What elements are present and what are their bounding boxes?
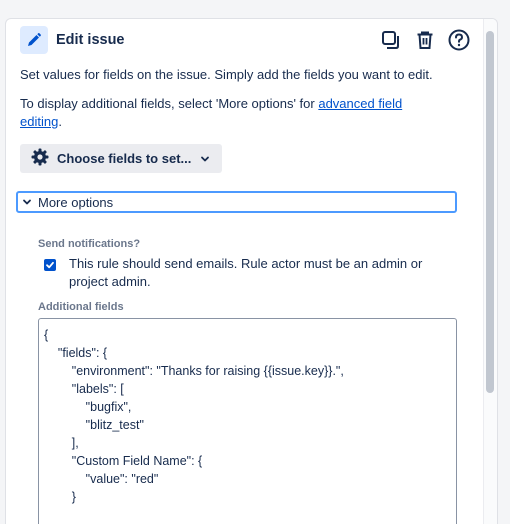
page-title: Edit issue [56, 32, 125, 48]
description-text: Set values for fields on the issue. Simp… [20, 67, 433, 82]
send-notifications-row: This rule should send emails. Rule actor… [44, 255, 444, 291]
copy-icon[interactable] [380, 29, 402, 51]
description-suffix: . [58, 114, 62, 129]
more-options-toggle[interactable]: More options [16, 191, 457, 213]
panel-header: Edit issue [20, 24, 470, 56]
scrollbar-thumb[interactable] [486, 31, 494, 393]
trash-icon[interactable] [414, 29, 436, 51]
description-advanced: To display additional fields, select 'Mo… [20, 95, 440, 131]
more-options-label: More options [38, 194, 114, 210]
chevron-down-icon [22, 195, 32, 210]
send-notifications-checkbox[interactable] [44, 259, 56, 271]
pencil-icon [20, 26, 48, 54]
help-icon[interactable] [448, 29, 470, 51]
send-notifications-text: This rule should send emails. Rule actor… [69, 256, 423, 289]
choose-fields-button[interactable]: Choose fields to set... [20, 144, 222, 173]
scrollbar-track[interactable] [483, 19, 497, 524]
header-actions [380, 29, 470, 51]
gear-icon [31, 148, 49, 169]
choose-fields-label: Choose fields to set... [57, 151, 192, 166]
description-prefix: To display additional fields, select 'Mo… [20, 96, 319, 111]
send-notifications-label: Send notifications? [38, 238, 141, 250]
chevron-down-icon [200, 154, 210, 164]
additional-fields-label: Additional fields [38, 301, 124, 313]
additional-fields-editor[interactable]: { "fields": { "environment": "Thanks for… [38, 318, 457, 524]
